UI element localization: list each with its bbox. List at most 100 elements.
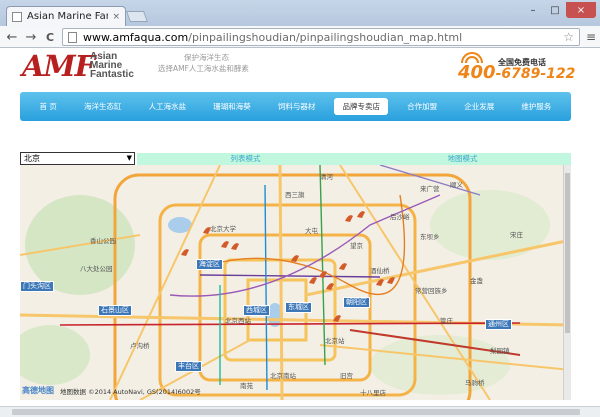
logo-words: Asian Marine Fantastic [90, 52, 134, 80]
nav-item-sea-salt[interactable]: 人工海水盐 [141, 98, 195, 115]
site-logo[interactable]: AMF Asian Marine Fantastic [22, 50, 152, 84]
minimize-button[interactable]: – [522, 2, 544, 18]
map-label: 南苑 [240, 382, 253, 390]
page-icon [68, 31, 77, 43]
district-label: 西城区 [243, 305, 270, 316]
map-label: 旧宫 [340, 372, 353, 380]
district-label: 通州区 [485, 319, 512, 330]
tab-close-icon[interactable]: × [112, 12, 120, 22]
store-marker-icon[interactable] [202, 225, 212, 235]
map-roads [20, 165, 571, 400]
store-marker-icon[interactable] [325, 281, 335, 291]
address-bar[interactable]: www.amfaqua.com/pinpailingshoudian/pinpa… [62, 28, 580, 46]
logo-mark: AMF [22, 49, 95, 83]
view-mode-tabs: 列表模式 地图模式 [137, 153, 571, 165]
map-copyright: 地图数据 ©2014 AutoNavi, GS(2014)6002号 [60, 388, 201, 396]
store-marker-icon[interactable] [318, 269, 328, 279]
forward-icon[interactable]: → [23, 29, 39, 45]
slogan-line-1: 保护海洋生态 [184, 53, 229, 62]
new-tab-button[interactable] [125, 11, 149, 22]
store-marker-icon[interactable] [332, 313, 342, 323]
page-favicon-icon [12, 11, 22, 22]
nav-item-development[interactable]: 企业发展 [456, 98, 502, 115]
back-icon[interactable]: ← [4, 29, 20, 45]
tab-list-mode[interactable]: 列表模式 [137, 153, 354, 165]
map-label: 大屯 [305, 227, 318, 235]
map-scrollbar-thumb[interactable] [565, 173, 570, 333]
window-controls: – □ × [522, 2, 596, 18]
map-provider-logo: 高德地图 [22, 386, 54, 395]
site-slogan: 保护海洋生态 选择AMF人工海水盐和酵素 [158, 52, 249, 74]
district-label: 丰台区 [175, 361, 202, 372]
store-marker-icon[interactable] [180, 247, 190, 257]
map-label: 西三旗 [285, 191, 305, 199]
district-label: 东城区 [285, 302, 312, 313]
store-marker-icon[interactable] [220, 239, 230, 249]
url-text[interactable]: www.amfaqua.com/pinpailingshoudian/pinpa… [83, 31, 563, 44]
map-label: 望京 [350, 242, 363, 250]
map-label: 北京站 [325, 337, 345, 345]
browser-titlebar: Asian Marine Fantastic × – □ × [0, 0, 600, 26]
logo-word-3: Fantastic [90, 69, 134, 80]
store-marker-icon[interactable] [356, 209, 366, 219]
browser-menu-icon[interactable]: ≡ [586, 30, 596, 44]
district-label: 门头沟区 [20, 281, 54, 292]
map-label: 卢沟桥 [130, 342, 150, 350]
map-label: 酒仙桥 [370, 267, 390, 275]
map-label: 顺义 [450, 181, 463, 189]
map-label: 北京南站 [270, 372, 296, 380]
nav-item-feed-equipment[interactable]: 饲料与器材 [270, 98, 324, 115]
store-marker-icon[interactable] [308, 275, 318, 285]
map-label: 常营回族乡 [415, 287, 448, 295]
map-label: 清河 [320, 173, 333, 181]
nav-item-franchise[interactable]: 合作加盟 [399, 98, 445, 115]
store-map[interactable]: 清河 来广营 北京大学 西三旗 大屯 望京 酒仙桥 后沙峪 顺义 东坝乡 金盏 … [20, 165, 571, 400]
page-horizontal-scrollbar[interactable] [0, 406, 600, 417]
slogan-line-2: 选择AMF人工海水盐和酵素 [158, 64, 249, 73]
nav-item-home[interactable]: 首 页 [32, 98, 65, 115]
tab-title: Asian Marine Fantastic [27, 11, 108, 22]
map-label: 金盏 [470, 277, 483, 285]
chevron-down-icon: ▼ [126, 154, 132, 162]
reload-icon[interactable]: C [42, 29, 58, 45]
tab-map-mode[interactable]: 地图模式 [354, 153, 571, 165]
store-marker-icon[interactable] [386, 275, 396, 285]
url-path: /pinpailingshoudian/pinpailingshoudian_m… [188, 30, 463, 44]
district-label: 海淀区 [196, 259, 223, 270]
map-label: 八大处公园 [80, 265, 113, 273]
map-label: 管庄 [440, 317, 453, 325]
hotline-number: 400-6789-122 [458, 62, 575, 83]
store-marker-icon[interactable] [344, 213, 354, 223]
map-label: 梨园镇 [490, 347, 510, 355]
hotline-suffix: -6789-122 [495, 66, 576, 82]
map-label: 宋庄 [510, 231, 523, 239]
url-domain: www.amfaqua.com [83, 30, 189, 44]
browser-tab[interactable]: Asian Marine Fantastic × [6, 6, 126, 26]
map-label: 来广营 [420, 185, 440, 193]
map-scrollbar[interactable] [563, 165, 571, 400]
map-label: 马驹桥 [465, 379, 485, 387]
page-scrollbar-thumb[interactable] [12, 409, 580, 415]
map-label: 东坝乡 [420, 233, 440, 241]
hotline: 全国免费电话 400-6789-122 [456, 51, 575, 83]
city-select-value: 北京 [24, 154, 40, 163]
map-label: 香山公园 [90, 237, 116, 245]
nav-item-coral[interactable]: 珊瑚和海葵 [205, 98, 259, 115]
close-window-button[interactable]: × [566, 2, 596, 18]
nav-item-stores[interactable]: 品牌专卖店 [334, 98, 388, 115]
store-marker-icon[interactable] [230, 241, 240, 251]
store-marker-icon[interactable] [290, 253, 300, 263]
maximize-button[interactable]: □ [544, 2, 566, 18]
store-marker-icon[interactable] [338, 261, 348, 271]
city-select[interactable]: 北京 ▼ [20, 152, 135, 165]
bookmark-star-icon[interactable]: ☆ [563, 30, 574, 44]
map-label: 北京西站 [225, 317, 251, 325]
nav-item-eco-tank[interactable]: 海洋生态缸 [76, 98, 130, 115]
map-label: 十八里店 [360, 389, 386, 397]
district-label: 朝阳区 [343, 297, 370, 308]
main-nav: 首 页 海洋生态缸 人工海水盐 珊瑚和海葵 饲料与器材 品牌专卖店 合作加盟 企… [20, 92, 571, 121]
page-viewport: AMF Asian Marine Fantastic 保护海洋生态 选择AMF人… [0, 48, 600, 417]
nav-item-service[interactable]: 维护服务 [513, 98, 559, 115]
store-marker-icon[interactable] [375, 277, 385, 287]
browser-toolbar: ← → C www.amfaqua.com/pinpailingshoudian… [0, 26, 600, 48]
